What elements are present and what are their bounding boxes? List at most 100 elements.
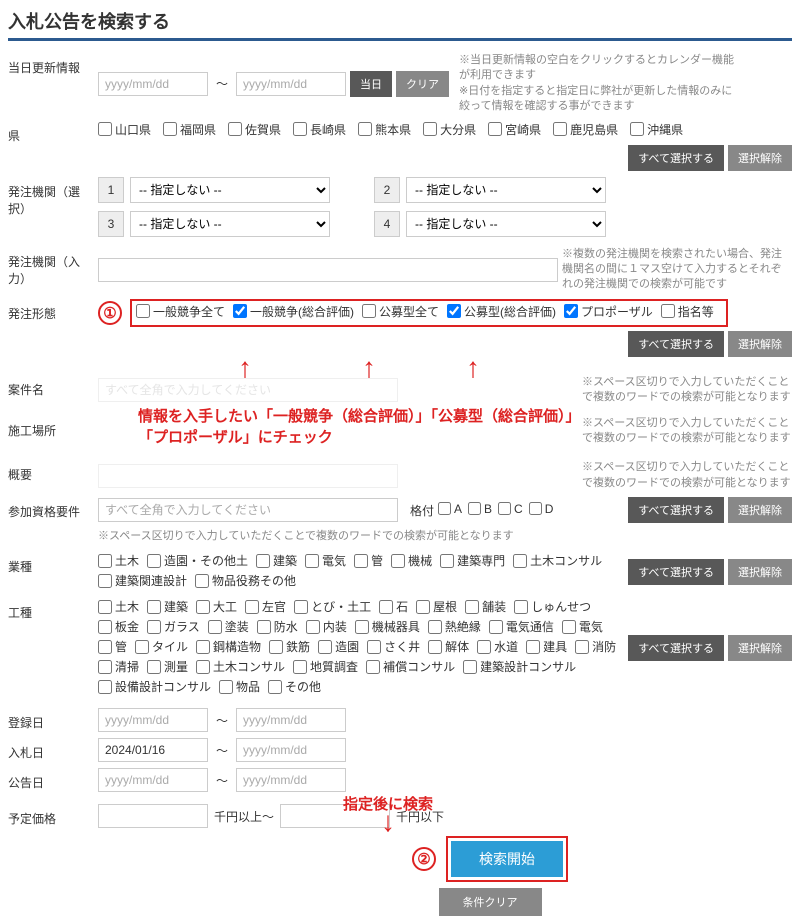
update-date-from[interactable] — [98, 72, 208, 96]
worktype-checkbox[interactable]: 機械器具 — [355, 618, 420, 635]
industry-checkbox[interactable]: 物品役務その他 — [195, 572, 296, 589]
grade-checkbox[interactable]: D — [529, 502, 554, 516]
worktype-checkbox[interactable]: 大工 — [196, 598, 237, 615]
industry-checkbox[interactable]: 建築 — [256, 552, 297, 569]
regdate-to[interactable] — [236, 708, 346, 732]
case-input[interactable] — [98, 378, 398, 402]
worktype-checkbox[interactable]: 熱絶縁 — [428, 618, 481, 635]
org-select-4[interactable]: -- 指定しない -- — [406, 211, 606, 237]
industry-checkbox[interactable]: 建築関連設計 — [98, 572, 187, 589]
bidtype-checkbox[interactable]: 指名等 — [661, 303, 714, 320]
org-select-1[interactable]: -- 指定しない -- — [130, 177, 330, 203]
worktype-checkbox[interactable]: その他 — [268, 678, 321, 695]
org-select-3[interactable]: -- 指定しない -- — [130, 211, 330, 237]
biddate-from[interactable] — [98, 738, 208, 762]
worktype-checkbox[interactable]: 板金 — [98, 618, 139, 635]
noticedate-to[interactable] — [236, 768, 346, 792]
cond-clear-button[interactable]: 条件クリア — [439, 888, 542, 916]
worktype-checkbox[interactable]: 建築設計コンサル — [463, 658, 576, 675]
label-update: 当日更新情報 — [8, 53, 98, 76]
worktype-checkbox[interactable]: 屋根 — [416, 598, 457, 615]
worktype-checkbox[interactable]: 測量 — [147, 658, 188, 675]
pref-deselect[interactable]: 選択解除 — [728, 145, 792, 171]
worktype-checkbox[interactable]: 電気 — [562, 618, 603, 635]
pref-checkbox[interactable]: 山口県 — [98, 121, 151, 138]
label-noticedate: 公告日 — [8, 768, 98, 791]
org-select-2[interactable]: -- 指定しない -- — [406, 177, 606, 203]
worktype-checkbox[interactable]: 左官 — [245, 598, 286, 615]
worktype-checkbox[interactable]: 土木コンサル — [196, 658, 285, 675]
industry-checkbox[interactable]: 建築専門 — [440, 552, 505, 569]
industry-select-all[interactable]: すべて選択する — [628, 559, 724, 585]
industry-checkbox[interactable]: 機械 — [391, 552, 432, 569]
worktype-checkbox[interactable]: タイル — [135, 638, 188, 655]
bidtype-select-all[interactable]: すべて選択する — [628, 331, 724, 357]
worktype-checkbox[interactable]: 解体 — [428, 638, 469, 655]
worktype-checkbox[interactable]: 舗装 — [465, 598, 506, 615]
worktype-checkbox[interactable]: さく井 — [367, 638, 420, 655]
industry-checkbox[interactable]: 電気 — [305, 552, 346, 569]
search-button[interactable]: 検索開始 — [451, 841, 563, 877]
worktype-checkbox[interactable]: 水道 — [477, 638, 518, 655]
pref-checkbox[interactable]: 宮崎県 — [488, 121, 541, 138]
regdate-from[interactable] — [98, 708, 208, 732]
worktype-checkbox[interactable]: 電気通信 — [489, 618, 554, 635]
worktype-select-all[interactable]: すべて選択する — [628, 635, 724, 661]
grade-checkbox[interactable]: B — [468, 502, 492, 516]
qual-input[interactable] — [98, 498, 398, 522]
worktype-checkbox[interactable]: 建築 — [147, 598, 188, 615]
worktype-checkbox[interactable]: 石 — [379, 598, 408, 615]
bidtype-checkbox[interactable]: 一般競争(総合評価) — [233, 303, 354, 320]
worktype-checkbox[interactable]: 消防 — [575, 638, 616, 655]
today-button[interactable]: 当日 — [350, 71, 392, 97]
worktype-checkbox[interactable]: しゅんせつ — [514, 598, 591, 615]
pref-checkbox[interactable]: 福岡県 — [163, 121, 216, 138]
price-min[interactable] — [98, 804, 208, 828]
update-date-to[interactable] — [236, 72, 346, 96]
pref-select-all[interactable]: すべて選択する — [628, 145, 724, 171]
biddate-to[interactable] — [236, 738, 346, 762]
bidtype-checkbox[interactable]: 公募型全て — [362, 303, 439, 320]
grade-checkbox[interactable]: A — [438, 502, 462, 516]
worktype-checkbox[interactable]: ガラス — [147, 618, 200, 635]
worktype-checkbox[interactable]: 防水 — [257, 618, 298, 635]
worktype-checkbox[interactable]: 造園 — [318, 638, 359, 655]
worktype-checkbox[interactable]: 鋼構造物 — [196, 638, 261, 655]
worktype-checkbox[interactable]: 内装 — [306, 618, 347, 635]
worktype-checkbox[interactable]: 物品 — [219, 678, 260, 695]
price-min-unit: 千円以上～ — [214, 808, 274, 825]
worktype-checkbox[interactable]: 補償コンサル — [366, 658, 455, 675]
worktype-checkbox[interactable]: 土木 — [98, 598, 139, 615]
pref-checkbox[interactable]: 鹿児島県 — [553, 121, 618, 138]
bidtype-checkbox[interactable]: プロポーザル — [564, 303, 653, 320]
bidtype-checkbox[interactable]: 公募型(総合評価) — [447, 303, 556, 320]
worktype-checkbox[interactable]: 管 — [98, 638, 127, 655]
worktype-deselect[interactable]: 選択解除 — [728, 635, 792, 661]
worktype-checkbox[interactable]: とび・土工 — [294, 598, 371, 615]
summary-input[interactable] — [98, 464, 398, 488]
grade-checkbox[interactable]: C — [498, 502, 523, 516]
worktype-checkbox[interactable]: 建具 — [526, 638, 567, 655]
industry-checkbox[interactable]: 土木 — [98, 552, 139, 569]
pref-checkbox[interactable]: 佐賀県 — [228, 121, 281, 138]
worktype-checkbox[interactable]: 塗装 — [208, 618, 249, 635]
clear-button[interactable]: クリア — [396, 71, 449, 97]
noticedate-from[interactable] — [98, 768, 208, 792]
industry-checkbox[interactable]: 造園・その他土 — [147, 552, 248, 569]
bidtype-deselect[interactable]: 選択解除 — [728, 331, 792, 357]
org-input[interactable] — [98, 258, 558, 282]
pref-checkbox[interactable]: 沖縄県 — [630, 121, 683, 138]
worktype-checkbox[interactable]: 地質調査 — [293, 658, 358, 675]
industry-checkbox[interactable]: 土木コンサル — [513, 552, 602, 569]
worktype-checkbox[interactable]: 鉄筋 — [269, 638, 310, 655]
pref-checkbox[interactable]: 大分県 — [423, 121, 476, 138]
bidtype-checkbox[interactable]: 一般競争全て — [136, 303, 225, 320]
worktype-checkbox[interactable]: 清掃 — [98, 658, 139, 675]
qual-deselect[interactable]: 選択解除 — [728, 497, 792, 523]
worktype-checkbox[interactable]: 設備設計コンサル — [98, 678, 211, 695]
pref-checkbox[interactable]: 長崎県 — [293, 121, 346, 138]
industry-checkbox[interactable]: 管 — [354, 552, 383, 569]
pref-checkbox[interactable]: 熊本県 — [358, 121, 411, 138]
qual-select-all[interactable]: すべて選択する — [628, 497, 724, 523]
industry-deselect[interactable]: 選択解除 — [728, 559, 792, 585]
